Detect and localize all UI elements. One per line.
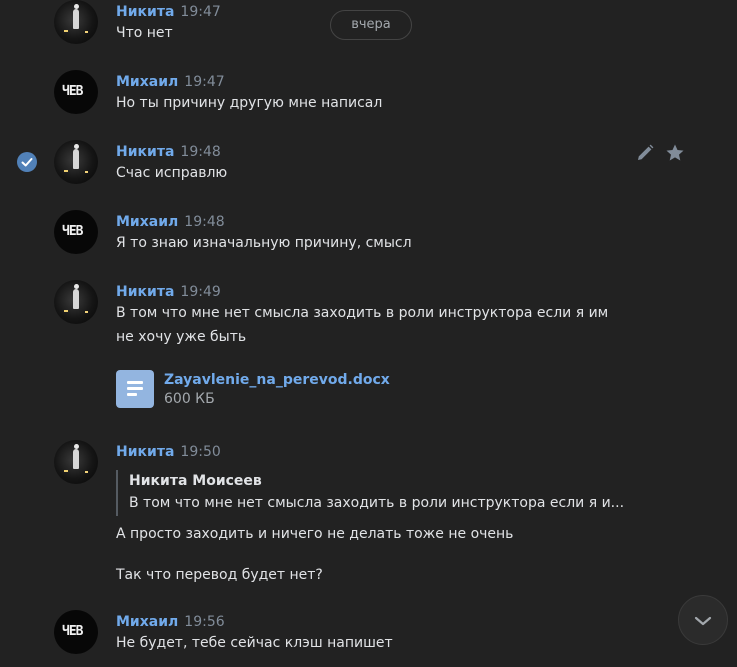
avatar[interactable]: ЧЕВ (54, 210, 98, 254)
message-time: 19:49 (180, 284, 221, 300)
edit-pencil-icon[interactable] (634, 142, 656, 164)
quote-text: В том что мне нет смысла заходить в роли… (129, 495, 625, 511)
chat-history: вчера Никита 19:47 Что нет ЧЕВ Михаил 19:4… (0, 0, 737, 667)
message-text: Не будет, тебе сейчас клэш напишет (116, 635, 393, 651)
avatar[interactable] (54, 140, 98, 184)
avatar[interactable]: ЧЕВ (54, 610, 98, 654)
message-time: 19:48 (180, 144, 221, 160)
avatar[interactable] (54, 440, 98, 484)
avatar[interactable] (54, 0, 98, 44)
message-text: не хочу уже быть (116, 329, 247, 345)
message[interactable]: ЧЕВ Михаил 19:56 Не будет, тебе сейчас кл… (0, 608, 737, 667)
avatar[interactable]: ЧЕВ (54, 70, 98, 114)
author-name[interactable]: Михаил (116, 614, 178, 630)
scroll-down-button[interactable] (678, 595, 728, 645)
scroll-down-chevron-icon (694, 616, 712, 626)
author-name[interactable]: Никита (116, 444, 174, 460)
message-text: Так что перевод будет нет? (116, 567, 323, 583)
quote-author: Никита Моисеев (129, 473, 262, 489)
message[interactable]: ЧЕВ Михаил 19:48 Я то знаю изначальную пр… (0, 208, 737, 268)
message[interactable]: Никита 19:49 В том что мне нет смысла зах… (0, 278, 737, 418)
message[interactable]: Никита 19:50 (0, 438, 737, 598)
message[interactable]: Никита 19:48 Счас исправлю (0, 138, 737, 198)
message-text: Что нет (116, 25, 173, 41)
author-name[interactable]: Никита (116, 144, 174, 160)
message-text: А просто заходить и ничего не делать тож… (116, 526, 514, 542)
message-time: 19:47 (180, 4, 221, 20)
message-text: Я то знаю изначальную причину, смысл (116, 235, 412, 251)
message-text: Но ты причину другую мне написал (116, 95, 383, 111)
message-time: 19:48 (184, 214, 225, 230)
avatar[interactable] (54, 280, 98, 324)
author-name[interactable]: Михаил (116, 74, 178, 90)
message[interactable]: Никита 19:47 Что нет (0, 0, 737, 60)
attachment-file-size: 600 КБ (164, 391, 215, 407)
author-name[interactable]: Михаил (116, 214, 178, 230)
message-text: В том что мне нет смысла заходить в роли… (116, 305, 609, 321)
reply-quote[interactable]: Никита Моисеев В том что мне нет смысла … (116, 470, 624, 516)
message[interactable]: ЧЕВ Михаил 19:47 Но ты причину другую мне… (0, 68, 737, 128)
message-time: 19:50 (180, 444, 221, 460)
author-name[interactable]: Никита (116, 284, 174, 300)
message-time: 19:56 (184, 614, 225, 630)
message-time: 19:47 (184, 74, 225, 90)
author-name[interactable]: Никита (116, 4, 174, 20)
message-text: Счас исправлю (116, 165, 228, 181)
document-icon[interactable] (116, 370, 154, 408)
favorite-star-icon[interactable] (664, 142, 686, 164)
attachment-file-name[interactable]: Zayavlenie_na_perevod.docx (164, 372, 390, 388)
